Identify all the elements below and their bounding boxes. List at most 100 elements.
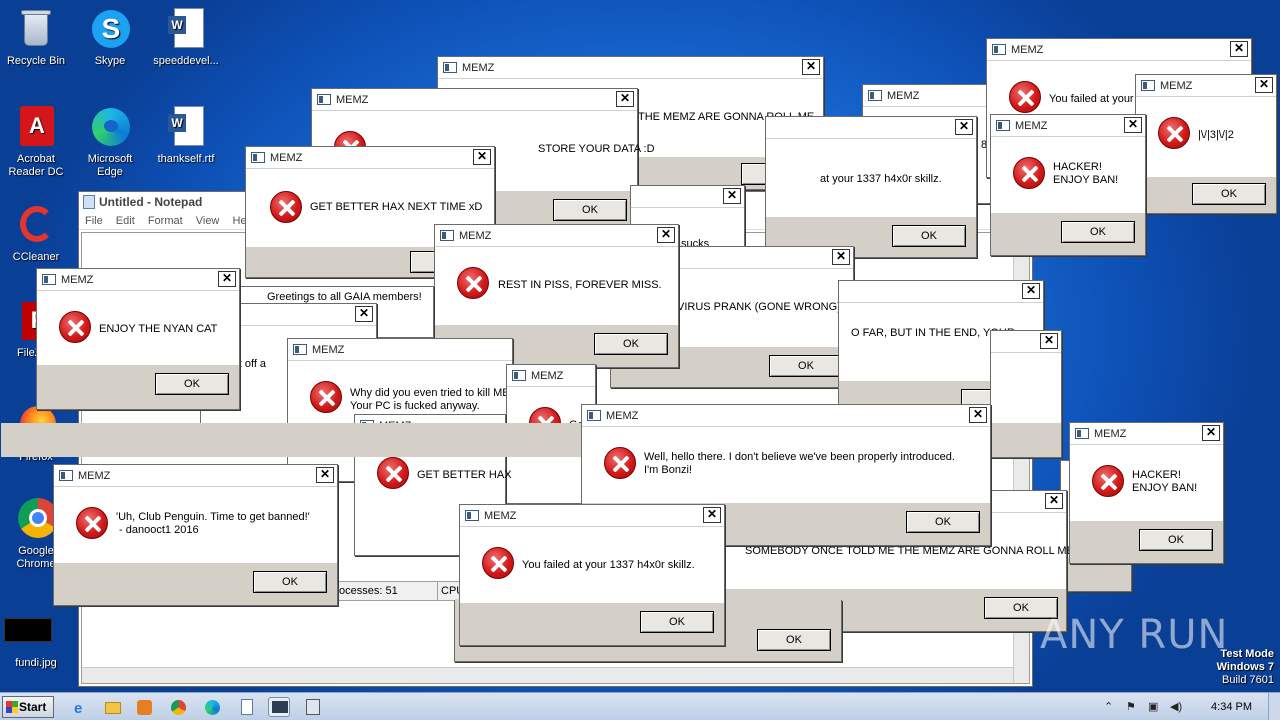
menu-view[interactable]: View xyxy=(196,215,220,227)
word-document-icon: W xyxy=(164,8,208,52)
chevron-up-icon[interactable]: ⌃ xyxy=(1104,697,1113,717)
edge-taskbar-icon[interactable] xyxy=(202,697,224,717)
ok-button[interactable]: OK xyxy=(553,199,627,221)
close-icon[interactable]: ✕ xyxy=(802,59,820,75)
dialog-titlebar[interactable]: MEMZ ✕ xyxy=(582,405,990,427)
ok-button[interactable]: OK xyxy=(640,611,714,633)
ok-button[interactable]: OK xyxy=(906,511,980,533)
dialog-titlebar[interactable]: MEMZ xyxy=(863,85,1001,107)
dialog-titlebar[interactable]: MEMZ ✕ xyxy=(37,269,239,291)
desktop-icon-thankself[interactable]: W thankself.rtf xyxy=(150,106,222,166)
memz-dialog[interactable]: ✕ xyxy=(1,330,1062,458)
close-icon[interactable]: ✕ xyxy=(1255,77,1273,93)
watermark-line: Windows 7 xyxy=(1216,661,1274,673)
close-icon[interactable]: ✕ xyxy=(316,467,334,483)
close-icon[interactable]: ✕ xyxy=(355,306,373,322)
desktop-icon-skype[interactable]: S Skype xyxy=(74,8,146,68)
network-icon[interactable]: ▣ xyxy=(1148,697,1158,717)
close-icon[interactable]: ✕ xyxy=(703,507,721,523)
menu-edit[interactable]: Edit xyxy=(116,215,135,227)
ok-button[interactable]: OK xyxy=(769,355,843,377)
menu-file[interactable]: File xyxy=(85,215,103,227)
dialog-title: MEMZ xyxy=(459,230,492,242)
volume-icon[interactable]: ◀) xyxy=(1170,697,1182,717)
app-icon xyxy=(59,470,73,481)
chrome-taskbar-icon[interactable] xyxy=(168,697,190,717)
close-icon[interactable]: ✕ xyxy=(723,188,741,204)
memz-dialog[interactable]: MEMZ ✕ HACKER! ENJOY BAN! OK xyxy=(990,114,1146,256)
desktop-icon-label: Microsoft Edge xyxy=(87,153,133,178)
close-icon[interactable]: ✕ xyxy=(1022,283,1040,299)
ok-button[interactable]: OK xyxy=(253,571,327,593)
process-count: ocesses: 51 xyxy=(339,585,398,597)
ok-button[interactable]: OK xyxy=(892,225,966,247)
dialog-titlebar[interactable]: MEMZ ✕ xyxy=(435,225,678,247)
memz-dialog[interactable]: MEMZ ✕ You failed at your 1337 h4x0r skil… xyxy=(459,504,725,646)
dialog-titlebar[interactable]: ✕ xyxy=(991,331,1061,353)
error-icon xyxy=(457,267,489,299)
media-player-taskbar-icon[interactable] xyxy=(134,697,156,717)
dialog-titlebar[interactable]: MEMZ ✕ xyxy=(246,147,494,169)
memz-dialog[interactable]: MEMZ ✕ HACKER! ENJOY BAN! OK xyxy=(1069,422,1224,564)
dialog-footer: OK xyxy=(1136,177,1276,213)
dialog-title: MEMZ xyxy=(484,510,517,522)
close-icon[interactable]: ✕ xyxy=(616,91,634,107)
memz-dialog[interactable]: MEMZ ✕ 'Uh, Club Penguin. Time to get ban… xyxy=(53,464,338,606)
dialog-titlebar[interactable]: MEMZ ✕ xyxy=(991,115,1145,137)
close-icon[interactable]: ✕ xyxy=(1040,333,1058,349)
ok-button[interactable]: OK xyxy=(1139,529,1213,551)
dialog-titlebar[interactable]: MEMZ ✕ xyxy=(1070,423,1223,445)
start-button[interactable]: Start xyxy=(2,696,54,718)
dialog-titlebar[interactable]: ✕ xyxy=(766,117,976,139)
ok-button[interactable]: OK xyxy=(155,373,229,395)
dialog-titlebar[interactable]: MEMZ xyxy=(507,365,595,387)
memz-dialog[interactable]: MEMZ ✕ |\/|3|\/|2 OK xyxy=(1135,74,1277,214)
horizontal-scrollbar[interactable] xyxy=(82,667,1013,683)
memz-dialog[interactable]: ✕ at your 1337 h4x0r skillz. OK xyxy=(765,116,977,258)
desktop: Recycle Bin S Skype W speeddevel... A Ac… xyxy=(0,0,1280,692)
desktop-icon-edge[interactable]: Microsoft Edge xyxy=(74,106,146,179)
notepad-taskbar-icon[interactable] xyxy=(236,697,258,717)
close-icon[interactable]: ✕ xyxy=(1230,41,1248,57)
dialog-titlebar[interactable]: MEMZ ✕ xyxy=(460,505,724,527)
dialog-titlebar[interactable]: MEMZ ✕ xyxy=(312,89,637,111)
ok-button[interactable]: OK xyxy=(1192,183,1266,205)
dialog-titlebar[interactable]: MEMZ ✕ xyxy=(438,57,823,79)
desktop-icon-acrobat[interactable]: A Acrobat Reader DC xyxy=(0,106,72,179)
flag-icon[interactable]: ⚑ xyxy=(1126,697,1136,717)
app-icon xyxy=(42,274,56,285)
ie-taskbar-icon[interactable]: e xyxy=(70,697,92,717)
dialog-titlebar[interactable]: MEMZ ✕ xyxy=(1136,75,1276,97)
close-icon[interactable]: ✕ xyxy=(1124,117,1142,133)
dialog-titlebar[interactable]: MEMZ ✕ xyxy=(54,465,337,487)
close-icon[interactable]: ✕ xyxy=(1202,425,1220,441)
memz-dialog[interactable]: MEMZ ✕ ENJOY THE NYAN CAT OK xyxy=(36,268,240,410)
ok-button[interactable]: OK xyxy=(594,333,668,355)
desktop-icon-ccleaner[interactable]: CCleaner xyxy=(0,204,72,264)
desktop-icon-fundi[interactable]: fundi.jpg xyxy=(0,610,72,670)
close-icon[interactable]: ✕ xyxy=(969,407,987,423)
show-desktop-button[interactable] xyxy=(1268,693,1280,720)
error-icon xyxy=(76,507,108,539)
dialog-titlebar[interactable]: MEMZ ✕ xyxy=(987,39,1251,61)
ok-button[interactable]: OK xyxy=(1061,221,1135,243)
desktop-icon-speeddevel[interactable]: W speeddevel... xyxy=(150,8,222,68)
calculator-taskbar-icon[interactable] xyxy=(302,697,324,717)
dialog-titlebar[interactable]: MEMZ xyxy=(288,339,512,361)
close-icon[interactable]: ✕ xyxy=(832,249,850,265)
dialog-titlebar[interactable]: ✕ xyxy=(631,186,744,208)
clock[interactable]: 4:34 PM xyxy=(1211,697,1252,717)
close-icon[interactable]: ✕ xyxy=(1045,493,1063,509)
close-icon[interactable]: ✕ xyxy=(955,119,973,135)
dialog-message: STORE YOUR DATA :D xyxy=(538,143,655,155)
close-icon[interactable]: ✕ xyxy=(473,149,491,165)
menu-format[interactable]: Format xyxy=(148,215,183,227)
taskmgr-taskbar-icon[interactable] xyxy=(268,697,290,717)
app-icon xyxy=(440,230,454,241)
ok-button[interactable]: OK xyxy=(757,629,831,651)
close-icon[interactable]: ✕ xyxy=(218,271,236,287)
close-icon[interactable]: ✕ xyxy=(657,227,675,243)
dialog-titlebar[interactable]: ✕ xyxy=(839,281,1043,303)
desktop-icon-recycle-bin[interactable]: Recycle Bin xyxy=(0,8,72,68)
explorer-taskbar-icon[interactable] xyxy=(102,697,124,717)
